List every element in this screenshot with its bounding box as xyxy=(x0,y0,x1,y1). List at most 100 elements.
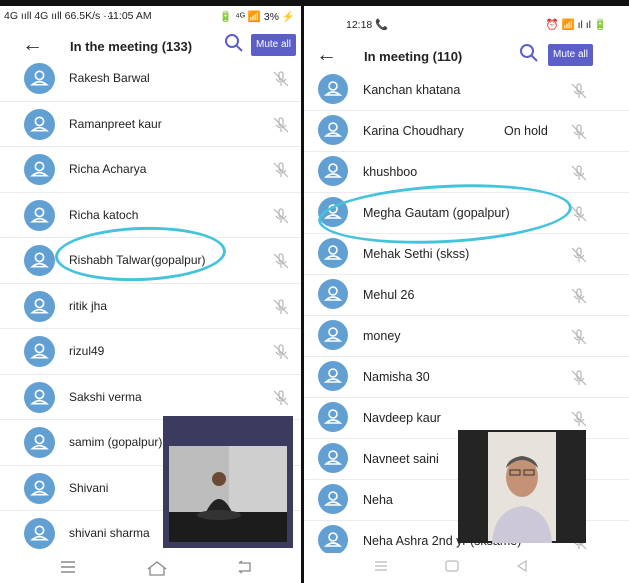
participant-row[interactable]: money xyxy=(304,316,629,357)
participant-name: ritik jha xyxy=(69,298,108,313)
participant-row[interactable]: Mehul 26 xyxy=(304,275,629,316)
mic-muted-icon[interactable] xyxy=(570,287,588,305)
participant-row[interactable]: khushboo xyxy=(304,152,629,193)
participant-row[interactable]: Namisha 30 xyxy=(304,357,629,398)
mic-muted-icon[interactable] xyxy=(272,298,290,316)
android-nav-bar xyxy=(304,553,629,583)
avatar-icon xyxy=(318,197,348,227)
mic-muted-icon[interactable] xyxy=(272,70,290,88)
participant-name: Mehak Sethi (skss) xyxy=(363,247,470,261)
mic-muted-icon[interactable] xyxy=(272,161,290,179)
participant-status: On hold xyxy=(504,124,548,138)
avatar-icon xyxy=(24,245,55,276)
participant-name: Richa Acharya xyxy=(69,162,147,176)
home-icon[interactable] xyxy=(445,560,459,572)
participant-name: Namisha 30 xyxy=(363,370,430,384)
avatar-icon xyxy=(24,108,55,140)
avatar-icon xyxy=(24,290,55,322)
mic-muted-icon[interactable] xyxy=(570,328,588,346)
participant-row[interactable]: Mehak Sethi (skss) xyxy=(304,234,629,275)
avatar-icon xyxy=(24,63,55,94)
menu-icon[interactable] xyxy=(374,560,388,572)
mic-muted-icon[interactable] xyxy=(272,343,290,361)
back-nav-icon[interactable] xyxy=(516,560,528,572)
participant-name: Neha xyxy=(363,493,393,507)
participant-name: samim (gopalpur) xyxy=(69,435,163,449)
avatar-icon xyxy=(318,115,348,145)
participant-row[interactable]: Megha Gautam (gopalpur) xyxy=(304,193,629,234)
mic-muted-icon[interactable] xyxy=(570,246,588,264)
participant-row[interactable]: Sakshi verma xyxy=(0,375,301,420)
mic-muted-icon[interactable] xyxy=(570,410,588,428)
participant-row[interactable]: Kanchan khatana xyxy=(304,70,629,111)
android-nav-bar xyxy=(0,553,301,583)
avatar-icon xyxy=(318,279,348,309)
participant-name: money xyxy=(363,329,401,343)
status-network: 4G ııll 4G ııll 66.5K/s ··· xyxy=(4,10,114,22)
participant-name: Navdeep kaur xyxy=(363,411,441,425)
participant-row[interactable]: Ramanpreet kaur xyxy=(0,102,301,147)
participant-name: Rakesh Barwal xyxy=(69,71,150,85)
status-time: 11:05 AM xyxy=(108,10,152,22)
mic-muted-icon[interactable] xyxy=(570,123,588,141)
participant-row[interactable]: Karina Choudhary On hold xyxy=(304,111,629,152)
video-person-image xyxy=(458,430,586,543)
participant-name: shivani sharma xyxy=(69,526,150,540)
avatar-icon xyxy=(318,484,348,514)
avatar-icon xyxy=(24,199,55,231)
mic-muted-icon[interactable] xyxy=(570,82,588,100)
mic-muted-icon[interactable] xyxy=(272,252,290,270)
video-person-image xyxy=(169,446,287,542)
avatar-icon xyxy=(318,402,348,432)
participant-name: rizul49 xyxy=(69,344,105,358)
participant-row[interactable]: ritik jha xyxy=(0,284,301,329)
back-nav-icon[interactable] xyxy=(236,560,254,574)
avatar-icon xyxy=(24,336,55,367)
menu-icon[interactable] xyxy=(60,560,76,574)
avatar-icon xyxy=(318,238,348,268)
participant-video[interactable] xyxy=(458,430,586,543)
status-indicators: 🔋 ⁴ᴳ 📶 3% ⚡ xyxy=(219,11,295,23)
participant-name: Mehul 26 xyxy=(363,288,415,302)
avatar-icon xyxy=(318,156,348,186)
participant-name: Ramanpreet kaur xyxy=(69,116,162,131)
avatar-icon xyxy=(318,525,348,555)
mic-muted-icon[interactable] xyxy=(272,207,290,225)
participant-name: Megha Gautam (gopalpur) xyxy=(363,206,510,220)
participant-row[interactable]: Rishabh Talwar(gopalpur) xyxy=(0,238,301,284)
participant-row[interactable]: rizul49 xyxy=(0,329,301,375)
avatar-icon xyxy=(24,472,55,504)
mic-muted-icon[interactable] xyxy=(570,164,588,182)
home-icon[interactable] xyxy=(146,560,168,576)
participant-name: Navneet saini xyxy=(363,452,439,466)
participant-row[interactable]: Rakesh Barwal xyxy=(0,56,301,102)
participant-row[interactable]: Richa katoch xyxy=(0,193,301,238)
participant-name: Rishabh Talwar(gopalpur) xyxy=(69,253,206,267)
avatar-icon xyxy=(24,427,55,458)
mic-muted-icon[interactable] xyxy=(272,116,290,134)
avatar-icon xyxy=(24,518,55,549)
avatar-icon xyxy=(318,443,348,473)
status-indicators: ⏰ 📶 ıl ıl 🔋 xyxy=(545,19,607,31)
status-bar: 4G ııll 4G ııll 66.5K/s ··· 11:05 AM 🔋 ⁴… xyxy=(0,6,301,28)
participant-name: khushboo xyxy=(363,165,418,179)
mic-muted-icon[interactable] xyxy=(570,205,588,223)
page-title: In meeting (110) xyxy=(364,49,463,64)
self-video-preview[interactable] xyxy=(163,416,293,548)
search-icon[interactable] xyxy=(224,33,244,53)
mic-muted-icon[interactable] xyxy=(272,389,290,407)
avatar-icon xyxy=(24,154,55,185)
mute-all-button[interactable]: Mute all xyxy=(250,34,296,56)
avatar-icon xyxy=(318,74,348,104)
participant-row[interactable]: Richa Acharya xyxy=(0,147,301,193)
participant-name: Sakshi verma xyxy=(69,389,142,404)
mic-muted-icon[interactable] xyxy=(570,369,588,387)
back-arrow-icon[interactable]: ← xyxy=(22,33,43,57)
back-arrow-icon[interactable]: ← xyxy=(316,43,337,67)
status-bar: 12:18 📞 ⏰ 📶 ıl ıl 🔋 xyxy=(304,6,629,31)
avatar-icon xyxy=(318,361,348,391)
participant-name: Richa katoch xyxy=(69,207,139,222)
search-icon[interactable] xyxy=(519,43,539,63)
participant-name: Kanchan khatana xyxy=(363,83,461,97)
mute-all-button[interactable]: Mute all xyxy=(547,44,593,66)
